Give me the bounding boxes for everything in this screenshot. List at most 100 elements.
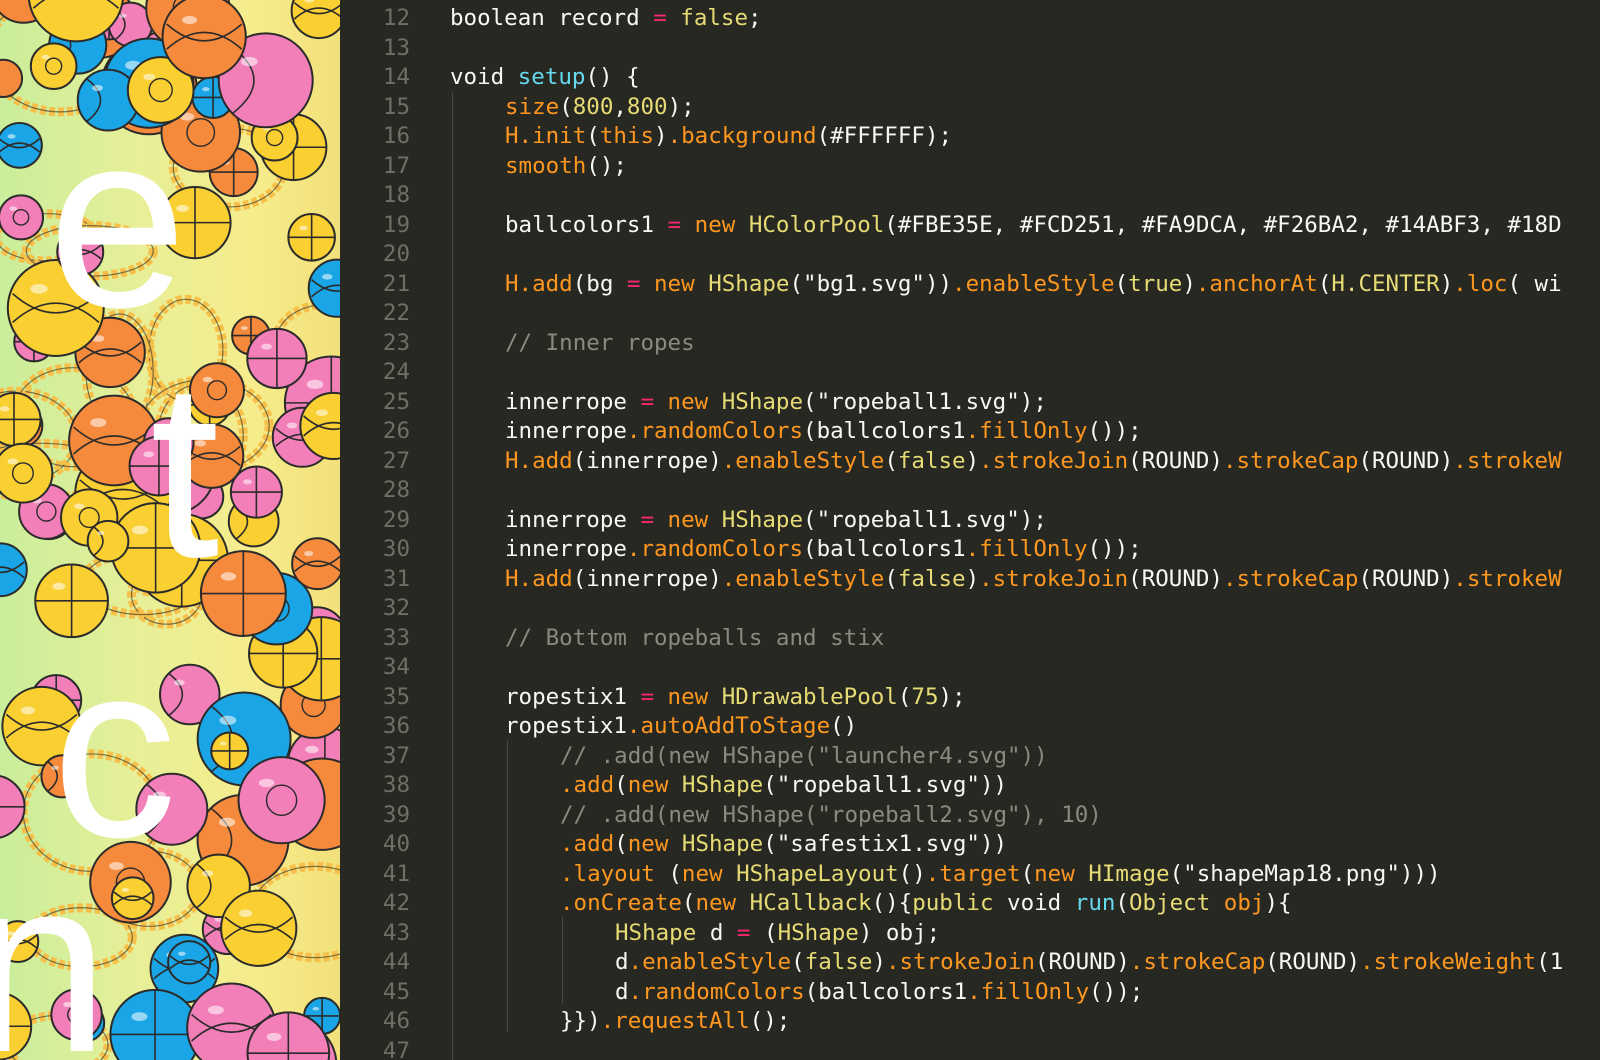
code-line[interactable]: 30 innerrope.randomColors(ballcolors1.fil… xyxy=(340,534,1600,564)
ball-highlight xyxy=(202,87,210,92)
ball-highlight xyxy=(240,56,258,67)
code-line[interactable]: 25 innerrope = new HShape("ropeball1.svg"… xyxy=(340,387,1600,417)
code-line[interactable]: 26 innerrope.randomColors(ballcolors1.fil… xyxy=(340,416,1600,446)
code-token: record xyxy=(544,5,654,31)
code-line[interactable]: 40 .add(new HShape("safestix1.svg")) xyxy=(340,829,1600,859)
code-token: .strokeJoin xyxy=(979,565,1129,592)
code-text: ropestix1 = new HDrawablePool(75); xyxy=(505,682,966,712)
code-line[interactable]: 32 xyxy=(340,593,1600,623)
code-token: .fillOnly xyxy=(965,418,1088,444)
line-number: 43 xyxy=(382,919,410,946)
code-token: .strokeW xyxy=(1453,565,1562,592)
code-token: d xyxy=(696,919,737,946)
code-token: .add xyxy=(560,772,615,798)
code-line[interactable]: 42 .onCreate(new HCallback(){public void … xyxy=(340,888,1600,918)
code-line[interactable]: 47 xyxy=(340,1036,1600,1060)
code-token: HShape xyxy=(708,388,804,415)
line-number: 27 xyxy=(382,447,410,474)
code-line[interactable]: 37 // .add(new HShape("launcher4.svg")) xyxy=(340,741,1600,771)
code-token: .randomColors xyxy=(626,418,804,444)
code-line[interactable]: 46}}).requestAll(); xyxy=(340,1006,1600,1036)
code-line[interactable]: 15 size(800,800); xyxy=(340,92,1600,122)
code-line[interactable]: 12 boolean record = false; xyxy=(340,3,1600,33)
line-number: 33 xyxy=(382,624,410,651)
code-token: HImage xyxy=(1074,860,1170,887)
line-number: 36 xyxy=(382,713,410,739)
code-token: ) xyxy=(1439,270,1454,297)
code-line[interactable]: 38 .add(new HShape("ropeball1.svg")) xyxy=(340,770,1600,800)
code-text: boolean record = false; xyxy=(450,3,762,33)
code-token: ropestix1 xyxy=(505,683,641,710)
line-number: 40 xyxy=(382,831,410,857)
code-token: ( xyxy=(654,860,682,887)
line-number: 26 xyxy=(382,418,410,444)
code-text: .onCreate(new HCallback(){public void ru… xyxy=(560,888,1292,918)
code-line[interactable]: 41 .layout (new HShapeLayout().target(new… xyxy=(340,859,1600,889)
code-line[interactable]: 27 H.add(innerrope).enableStyle(false).st… xyxy=(340,446,1600,476)
code-line[interactable]: 28 xyxy=(340,475,1600,505)
code-token: .autoAddToStage xyxy=(626,713,831,739)
code-line[interactable]: 39 // .add(new HShape("ropeball2.svg"), 1… xyxy=(340,800,1600,830)
ball-highlight xyxy=(240,326,248,330)
ball-highlight xyxy=(207,1005,224,1015)
code-token: (#FBE35E, #FCD251, #FA9DCA, #F26BA2, #14… xyxy=(884,211,1562,238)
code-token: HShape xyxy=(694,270,790,297)
code-token: = xyxy=(640,506,655,533)
code-token: HDrawablePool xyxy=(708,683,898,710)
code-editor[interactable]: 12 boolean record = false; 13 14 void setup(… xyxy=(340,0,1600,1060)
line-number: 45 xyxy=(382,978,410,1005)
code-line[interactable]: 16 H.init(this).background(#FFFFFF); xyxy=(340,121,1600,151)
line-number: 12 xyxy=(382,5,410,31)
code-token: .onCreate xyxy=(560,890,682,916)
code-line[interactable]: 22 xyxy=(340,298,1600,328)
code-token: HCallback xyxy=(736,890,872,916)
code-line[interactable]: 17 smooth(); xyxy=(340,151,1600,181)
code-line[interactable]: 14 void setup() { xyxy=(340,62,1600,92)
code-token: .enableStyle xyxy=(721,447,885,474)
code-token: ( xyxy=(884,447,898,474)
ball xyxy=(0,58,24,98)
line-number: 47 xyxy=(382,1037,410,1060)
line-number: 22 xyxy=(382,300,410,326)
code-token: ("shapeMap18.png"))) xyxy=(1169,860,1441,887)
code-line[interactable]: 34 xyxy=(340,652,1600,682)
code-line[interactable]: 35 ropestix1 = new HDrawablePool(75); xyxy=(340,682,1600,712)
code-line[interactable]: 36 ropestix1.autoAddToStage() xyxy=(340,711,1600,741)
code-token: HShapeLayout xyxy=(722,860,899,887)
code-token: ) xyxy=(1182,270,1196,297)
code-line[interactable]: 33 // Bottom ropeballs and stix xyxy=(340,623,1600,653)
code-token: ); xyxy=(667,93,695,120)
code-token: (1 xyxy=(1536,949,1564,975)
code-line[interactable]: 31 H.add(innerrope).enableStyle(false).st… xyxy=(340,564,1600,594)
ball-highlight xyxy=(219,715,237,725)
code-line[interactable]: 13 xyxy=(340,33,1600,63)
code-line[interactable]: 23 // Inner ropes xyxy=(340,328,1600,358)
code-line[interactable]: 45 d.randomColors(ballcolors1.fillOnly())… xyxy=(340,977,1600,1007)
code-line[interactable]: 43 HShape d = (HShape) obj; xyxy=(340,918,1600,948)
code-line[interactable]: 44 d.enableStyle(false).strokeJoin(ROUND)… xyxy=(340,947,1600,977)
code-token: size xyxy=(505,93,560,120)
code-line[interactable]: 20 xyxy=(340,239,1600,269)
artwork-panel: e t c n xyxy=(0,0,340,1060)
code-token: smooth xyxy=(505,152,587,179)
code-text: // .add(new HShape("launcher4.svg")) xyxy=(560,741,1048,771)
ball-highlight xyxy=(202,870,214,877)
code-line[interactable]: 24 xyxy=(340,357,1600,387)
code-line[interactable]: 21 H.add(bg = new HShape("bg1.svg")).enab… xyxy=(340,269,1600,299)
code-line[interactable]: 29 innerrope = new HShape("ropeball1.svg"… xyxy=(340,505,1600,535)
code-line[interactable]: 19 ballcolors1 = new HColorPool(#FBE35E, … xyxy=(340,210,1600,240)
code-token: H.add xyxy=(505,270,573,297)
code-text: d.enableStyle(false).strokeJoin(ROUND).s… xyxy=(615,947,1563,977)
code-text: void setup() { xyxy=(450,62,640,92)
code-token: .randomColors xyxy=(628,978,805,1005)
ball xyxy=(0,442,54,504)
code-token: .strokeWeight xyxy=(1360,949,1537,975)
code-line[interactable]: 18 xyxy=(340,180,1600,210)
code-token: (ROUND) xyxy=(1358,565,1454,592)
code-token: ( xyxy=(897,683,912,710)
code-token: Object xyxy=(1128,890,1211,916)
code-token: false xyxy=(897,565,966,592)
code-token: = xyxy=(736,919,751,946)
code-token: ) xyxy=(872,949,886,975)
code-text: // .add(new HShape("ropeball2.svg"), 10) xyxy=(560,800,1102,830)
